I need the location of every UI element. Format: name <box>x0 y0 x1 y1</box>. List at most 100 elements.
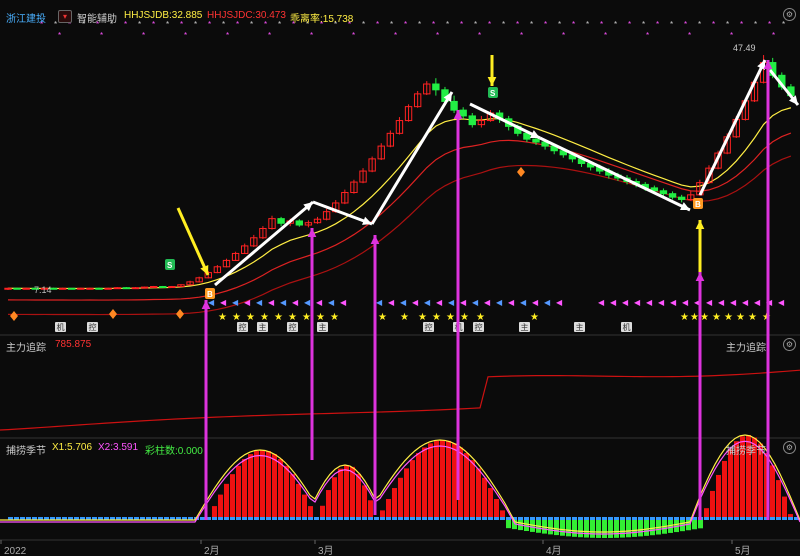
histogram-bar-blue <box>200 517 205 520</box>
histogram-bar-red <box>260 450 265 520</box>
histogram-bar-green <box>560 520 565 536</box>
signal-dot: * <box>152 20 155 29</box>
signal-dot: * <box>390 20 393 29</box>
histogram-bar-blue <box>446 517 451 520</box>
histogram-bar-red <box>452 443 457 520</box>
flag-marker: ◀ <box>754 298 761 307</box>
marker-label: 控 <box>425 322 433 332</box>
histogram-bar-red <box>236 465 241 520</box>
histogram-bar-green <box>692 520 697 530</box>
candle-body <box>532 138 540 143</box>
flag-marker: ◀ <box>460 298 467 307</box>
signal-dot: * <box>362 20 365 29</box>
histogram-bar-blue <box>770 517 775 520</box>
settings-icon[interactable]: ⚙ <box>783 441 796 454</box>
x-axis-label: 3月 <box>318 545 334 556</box>
signal-dot: * <box>394 31 397 40</box>
flag-marker: ◀ <box>232 298 239 307</box>
panel3-right-label: 捕捞季节 <box>726 446 766 457</box>
signal-dot: * <box>730 31 733 40</box>
histogram-bar-blue <box>758 517 763 520</box>
panel2-value: 785.875 <box>55 339 92 350</box>
signal-dot: * <box>604 31 607 40</box>
settings-icon[interactable]: ⚙ <box>783 338 796 351</box>
histogram-bar-red <box>392 488 397 520</box>
signal-dot: * <box>268 31 271 40</box>
star-marker: ★ <box>330 312 339 323</box>
histogram-bar-blue <box>740 517 745 520</box>
flag-marker: ◀ <box>256 298 263 307</box>
histogram-bar-blue <box>386 517 391 520</box>
moving-average-lines <box>7 107 792 316</box>
signal-dot: * <box>478 31 481 40</box>
histogram-bar-blue <box>536 517 541 520</box>
candle-body <box>432 83 440 91</box>
candle-body <box>122 287 131 290</box>
star-marker: ★ <box>736 312 745 323</box>
histogram-bar-blue <box>236 517 241 520</box>
marker-label: 控 <box>89 322 97 332</box>
candle-body <box>140 286 149 289</box>
histogram-bar-blue <box>248 517 253 520</box>
histogram-bar-blue <box>326 517 331 520</box>
candle-body <box>77 287 85 290</box>
diamond-marker <box>176 309 184 319</box>
histogram-bar-blue <box>392 517 397 520</box>
signal-dot: * <box>418 20 421 29</box>
marker-label: 主 <box>319 322 327 332</box>
flag-marker: ◀ <box>598 298 605 307</box>
histogram-bar-red <box>332 477 337 520</box>
stock-chart[interactable]: * *** * *** * *** * *** * *** * *** * *** * *** * *** * ***… <box>0 0 800 556</box>
histogram-bar-green <box>554 520 559 536</box>
signal-dot: * <box>656 20 659 29</box>
histogram-bar-blue <box>626 517 631 520</box>
star-marker: ★ <box>432 312 441 323</box>
signal-dot: * <box>264 20 267 29</box>
histogram-bar-blue <box>566 517 571 520</box>
histogram-bar-blue <box>458 517 463 520</box>
indicator-name[interactable]: 智能辅助 <box>77 10 117 25</box>
histogram-bar-red <box>422 447 427 520</box>
flag-marker: ◀ <box>610 298 617 307</box>
histogram-bar-red <box>344 465 349 520</box>
histogram-bar-blue <box>494 517 499 520</box>
trend-arrow <box>312 200 373 226</box>
settings-icon[interactable]: ⚙ <box>783 8 796 21</box>
signal-dot: * <box>572 20 575 29</box>
histogram-bar-blue <box>452 517 457 520</box>
histogram-bar-red <box>428 443 433 520</box>
signal-dot: * <box>698 20 701 29</box>
signal-dot: * <box>502 20 505 29</box>
histogram-bar-red <box>728 449 733 520</box>
histogram-bar-blue <box>686 517 691 520</box>
histogram-bar-blue <box>338 517 343 520</box>
histogram-bar-blue <box>404 517 409 520</box>
histogram-bar-green <box>578 520 583 538</box>
candle-body <box>58 287 67 290</box>
main-force-line <box>0 369 800 431</box>
histogram-bar-blue <box>578 517 583 520</box>
star-marker: ★ <box>260 312 269 323</box>
histogram-bar-red <box>284 465 289 520</box>
stock-name[interactable]: 浙江建投 <box>6 10 46 25</box>
flag-marker: ◀ <box>316 298 323 307</box>
signal-dot: * <box>222 20 225 29</box>
star-marker: ★ <box>232 312 241 323</box>
diamond-marker <box>10 311 18 321</box>
histogram-bar-red <box>482 477 487 520</box>
star-marker: ★ <box>418 312 427 323</box>
histogram-bar-blue <box>728 517 733 520</box>
star-marker: ★ <box>690 312 699 323</box>
flag-marker: ◀ <box>730 298 737 307</box>
candle-body <box>659 190 668 195</box>
x-axis-label: 2022 <box>4 546 27 556</box>
diamond-marker <box>109 309 117 319</box>
histogram-bar-blue <box>656 517 661 520</box>
signal-dot: * <box>530 20 533 29</box>
trend-arrow <box>698 59 767 196</box>
histogram-bar-blue <box>398 517 403 520</box>
signal-dot: * <box>768 20 771 29</box>
signal-dot: * <box>712 20 715 29</box>
chevron-down-icon[interactable]: ▾ <box>58 10 72 23</box>
candle-body <box>68 287 76 290</box>
